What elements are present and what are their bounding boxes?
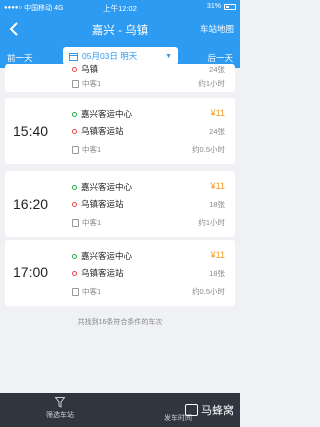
trip-duration: 约0.5小时: [192, 287, 225, 296]
bus-icon: [72, 287, 79, 296]
calendar-icon: [69, 52, 78, 61]
bus-icon: [72, 145, 79, 154]
date-label: 05月03日 明天: [82, 51, 138, 61]
bus-icon: [72, 79, 79, 88]
arrival-dot-icon: [72, 270, 77, 276]
seats-left: 24张: [209, 65, 225, 74]
depart-station: 嘉兴客运中心: [72, 181, 132, 193]
status-right: 31%: [207, 3, 236, 10]
trip-card[interactable]: 乌镇 24张 中客1 约1小时: [5, 64, 235, 92]
watermark: 马蜂窝: [185, 402, 234, 418]
depart-time: 16:20: [13, 196, 49, 212]
seats-left: 18张: [209, 200, 225, 209]
bus-type: 中客1: [72, 217, 101, 228]
nav-bar: 嘉兴 - 乌镇 车站地图: [0, 14, 240, 44]
status-time: 上午12:02: [103, 4, 137, 13]
status-bar: ●●●●○ 中国移动 4G 上午12:02 31%: [0, 0, 240, 14]
arrival-dot-icon: [72, 66, 77, 72]
ticket-price: ¥11: [210, 108, 225, 118]
trip-duration: 约1小时: [198, 218, 225, 227]
next-day-button[interactable]: 后一天: [207, 52, 233, 64]
ticket-price: ¥11: [210, 181, 225, 191]
bottom-bar: 筛选车站 发车时间 马蜂窝: [0, 393, 240, 427]
filter-station-tab[interactable]: 筛选车站: [40, 397, 80, 420]
seats-left: 18张: [209, 269, 225, 278]
arrival-station: 乌镇客运站: [72, 267, 124, 279]
bus-icon: [72, 218, 79, 227]
prev-day-button[interactable]: 前一天: [7, 52, 33, 64]
depart-time: 15:40: [13, 123, 49, 139]
depart-time: 17:00: [13, 264, 49, 280]
trip-card[interactable]: 15:40 嘉兴客运中心 ¥11 乌镇客运站 24张 中客1 约0.5小时: [5, 98, 235, 164]
results-count: 共找到16条符合条件的车次: [77, 319, 163, 326]
depart-dot-icon: [72, 253, 77, 259]
trip-card[interactable]: 16:20 嘉兴客运中心 ¥11 乌镇客运站 18张 中客1 约1小时: [5, 171, 235, 237]
battery-icon: [224, 3, 236, 10]
arrival-dot-icon: [72, 128, 77, 134]
depart-dot-icon: [72, 111, 77, 117]
bus-type: 中客1: [72, 144, 101, 155]
bus-type: 中客1: [72, 286, 101, 297]
arrival-dot-icon: [72, 201, 77, 207]
trip-duration: 约0.5小时: [192, 145, 225, 154]
filter-label: 筛选车站: [46, 412, 74, 419]
seats-left: 24张: [209, 127, 225, 136]
arrival-station: 乌镇: [72, 63, 98, 75]
chevron-down-icon: ▼: [165, 52, 172, 60]
depart-station: 嘉兴客运中心: [72, 250, 132, 262]
depart-station: 嘉兴客运中心: [72, 108, 132, 120]
station-map-button[interactable]: 车站地图: [200, 23, 234, 35]
arrival-station: 乌镇客运站: [72, 198, 124, 210]
filter-icon: [55, 397, 65, 408]
trip-card[interactable]: 17:00 嘉兴客运中心 ¥11 乌镇客运站 18张 中客1 约0.5小时: [5, 240, 235, 306]
battery-percent: 31%: [206, 3, 221, 10]
bus-type: 中客1: [72, 78, 101, 89]
arrival-station: 乌镇客运站: [72, 125, 124, 137]
trip-duration: 约1小时: [198, 79, 225, 88]
depart-dot-icon: [72, 184, 77, 190]
mafengwo-logo-icon: [185, 404, 198, 416]
ticket-price: ¥11: [210, 250, 225, 260]
